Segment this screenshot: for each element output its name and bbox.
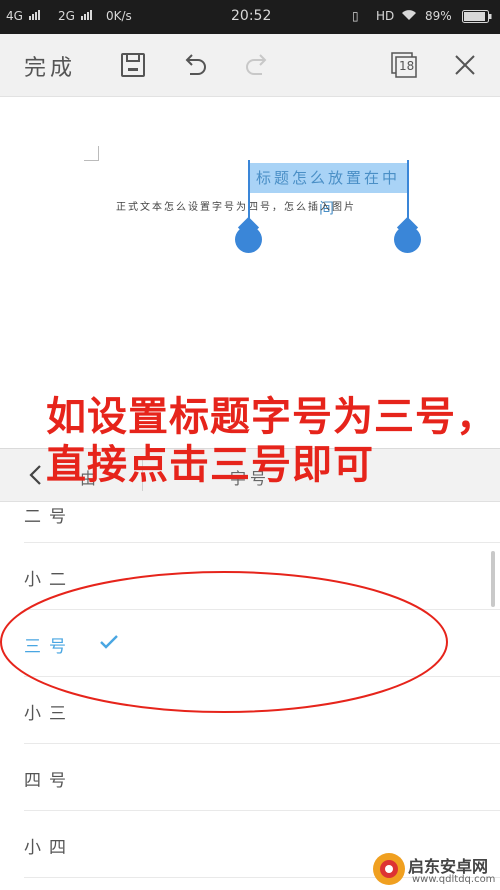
watermark-url: www.qdltdq.com bbox=[412, 874, 496, 885]
page-count: 18 bbox=[399, 59, 415, 73]
font-size-label: 四号 bbox=[24, 771, 74, 791]
signal-icon bbox=[80, 9, 93, 23]
watermark-logo-icon bbox=[373, 853, 405, 885]
body-text[interactable]: 正式文本怎么设置字号为四号，怎么插入图片 bbox=[116, 198, 356, 213]
hd-badge: HD bbox=[376, 9, 395, 23]
selection-handle-end[interactable] bbox=[394, 226, 421, 253]
highlight-ellipse bbox=[0, 571, 448, 713]
undo-icon[interactable] bbox=[180, 50, 210, 80]
font-size-label: 二号 bbox=[24, 507, 74, 527]
status-bar: 4G 2G 0K/s 20:52 ▯ HD 89% bbox=[0, 0, 500, 34]
editor-toolbar: 完成 18 bbox=[0, 34, 500, 97]
save-icon[interactable] bbox=[118, 50, 148, 80]
font-size-option-si-hao[interactable]: 四号 bbox=[24, 744, 500, 811]
network-4g: 4G bbox=[6, 9, 41, 23]
battery-level: 89% bbox=[425, 9, 452, 23]
page-margin-marker bbox=[84, 146, 99, 161]
tutorial-annotation: 如设置标题字号为三号，直接点击三号即可 bbox=[46, 394, 497, 488]
redo-icon[interactable] bbox=[242, 50, 272, 80]
clock: 20:52 bbox=[231, 8, 272, 24]
wifi-icon bbox=[401, 9, 417, 24]
font-size-label: 小四 bbox=[24, 838, 74, 858]
selected-heading-text[interactable]: 标题怎么放置在中间 bbox=[249, 163, 407, 217]
selection-handle-start[interactable] bbox=[235, 226, 262, 253]
network-speed: 0K/s bbox=[106, 9, 132, 23]
network-2g: 2G bbox=[58, 9, 93, 23]
close-icon[interactable] bbox=[450, 50, 480, 80]
done-button[interactable]: 完成 bbox=[24, 50, 76, 82]
pages-icon[interactable]: 18 bbox=[389, 50, 419, 80]
battery-icon bbox=[462, 10, 492, 26]
vibrate-icon: ▯ bbox=[352, 9, 359, 23]
signal-icon bbox=[28, 9, 41, 23]
